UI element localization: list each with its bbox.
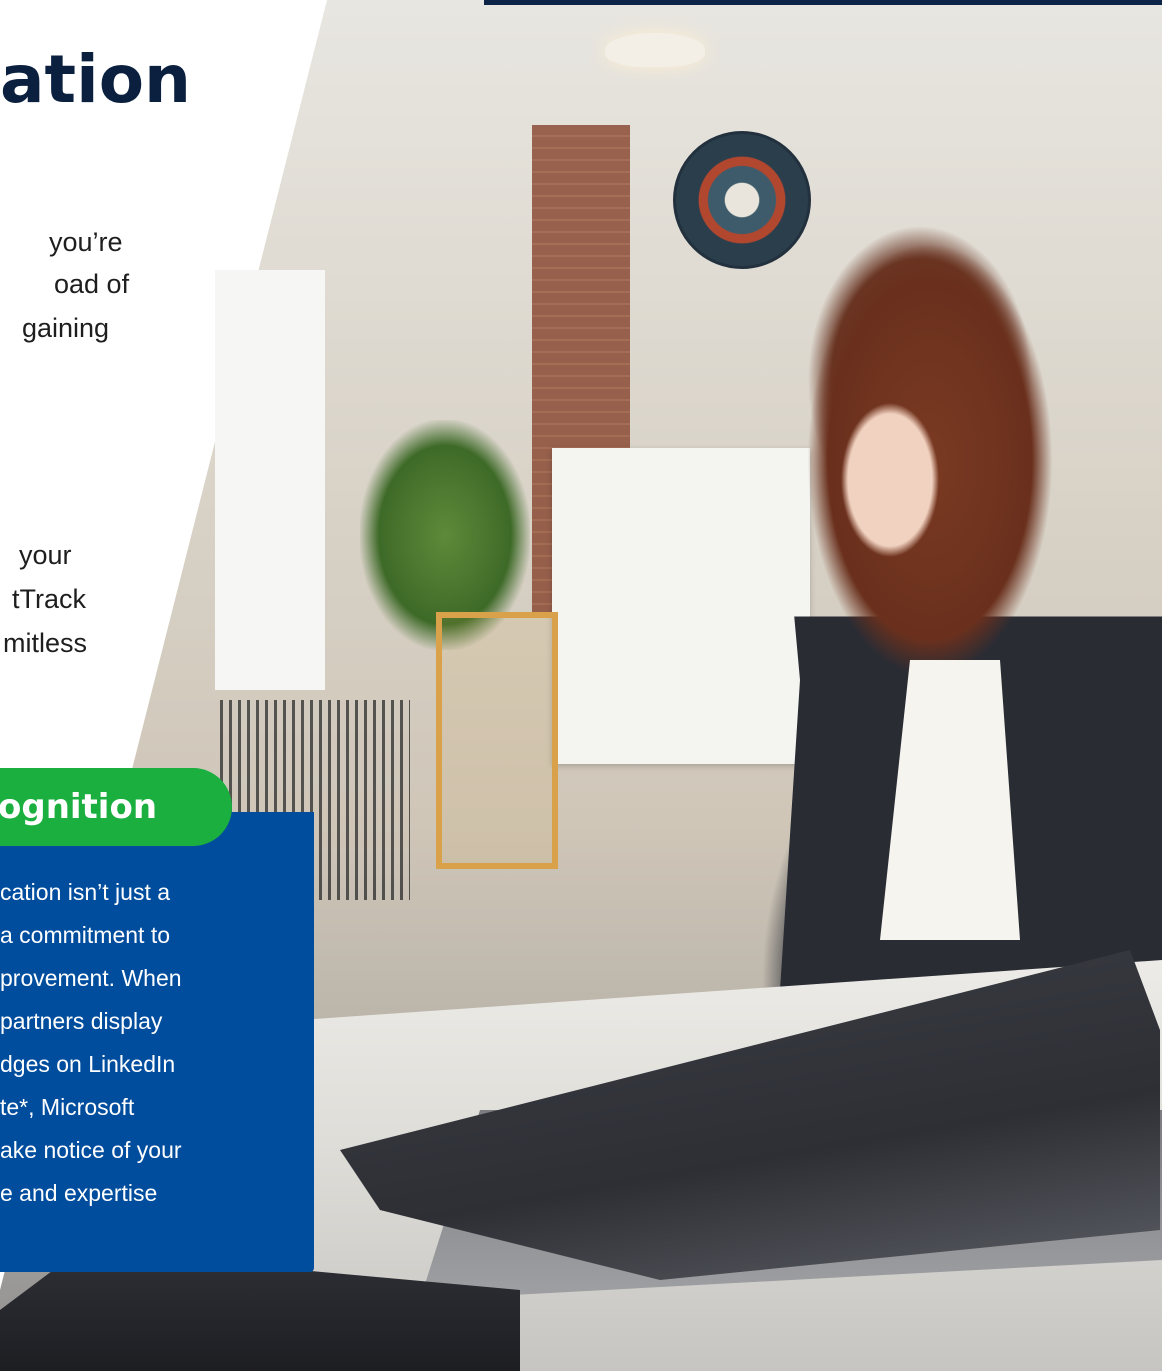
second-line: your bbox=[19, 540, 72, 570]
top-accent-bar bbox=[484, 0, 1162, 5]
recognition-line: e and expertise bbox=[0, 1180, 158, 1206]
intro-line: you’re bbox=[49, 227, 123, 257]
whiteboard bbox=[552, 448, 810, 764]
wooden-shelf bbox=[436, 612, 558, 869]
recognition-panel: cation isn’t just a a commitment to prov… bbox=[0, 812, 314, 1272]
recognition-tab-label: ognition bbox=[0, 787, 158, 827]
intro-line: gaining bbox=[22, 313, 110, 343]
ceiling-lamp bbox=[605, 33, 705, 67]
page-title: ation bbox=[0, 41, 192, 118]
recognition-line: provement. When bbox=[0, 965, 182, 991]
recognition-line: a commitment to bbox=[0, 922, 170, 948]
recognition-line: cation isn’t just a bbox=[0, 879, 171, 905]
recognition-line: dges on LinkedIn bbox=[0, 1051, 176, 1077]
second-line: tTrack bbox=[12, 584, 86, 614]
wall-decor-icon bbox=[673, 131, 811, 269]
recognition-line: ake notice of your bbox=[0, 1137, 182, 1163]
window-light bbox=[215, 270, 325, 690]
recognition-line: te*, Microsoft bbox=[0, 1094, 135, 1120]
recognition-tab: ognition bbox=[0, 768, 232, 846]
recognition-line: partners display bbox=[0, 1008, 163, 1034]
intro-line: oad of bbox=[54, 269, 130, 299]
second-line: mitless bbox=[3, 628, 88, 658]
